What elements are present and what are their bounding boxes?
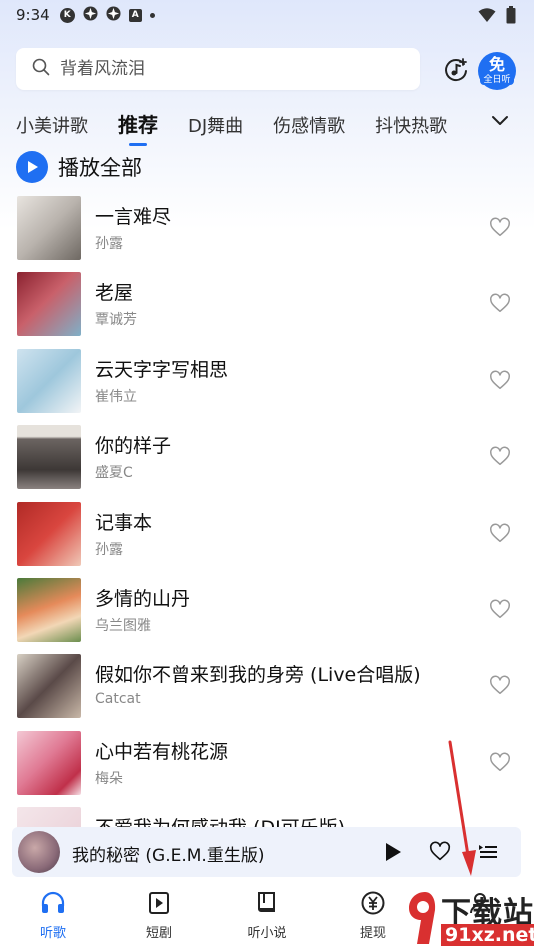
song-title: 多情的山丹 — [95, 587, 191, 610]
site-watermark: 下载站 91xz.net — [405, 884, 534, 950]
a-icon: A — [128, 8, 142, 22]
category-tabs: 小美讲歌 推荐 DJ舞曲 伤感情歌 抖快热歌 — [16, 104, 477, 138]
album-cover — [17, 654, 81, 719]
search-input[interactable] — [60, 59, 380, 79]
list-item[interactable]: 心中若有桃花源 梅朵 — [0, 730, 534, 806]
tab-xiaomei[interactable]: 小美讲歌 — [16, 112, 88, 138]
song-title: 记事本 — [95, 511, 153, 534]
song-artist: 崔伟立 — [95, 388, 137, 405]
album-cover — [17, 196, 81, 260]
chevron-down-icon[interactable] — [488, 108, 512, 132]
notification-dot — [149, 12, 155, 18]
song-title: 心中若有桃花源 — [95, 740, 229, 763]
nav-label: 提现 — [359, 926, 386, 941]
song-artist: 乌兰图雅 — [95, 617, 151, 634]
tab-sad-songs[interactable]: 伤感情歌 — [273, 112, 345, 138]
song-artist: 覃诚芳 — [95, 312, 137, 329]
video-play-icon — [146, 890, 172, 916]
search-box[interactable] — [16, 48, 420, 90]
song-artist: 梅朵 — [95, 770, 123, 787]
album-cover — [17, 348, 81, 413]
song-artist: 盛夏C — [95, 465, 133, 482]
status-time: 9:34 — [16, 6, 50, 24]
mini-player-title: 我的秘密 (G.E.M.重生版) — [72, 846, 265, 866]
nav-withdraw[interactable]: 提现 — [338, 890, 408, 941]
album-cover — [17, 730, 81, 795]
list-item[interactable]: 记事本 孙露 — [0, 501, 534, 577]
search-icon — [32, 58, 50, 80]
tab-recommend[interactable]: 推荐 — [118, 109, 158, 138]
nav-label: 短剧 — [145, 926, 172, 941]
list-item[interactable]: 云天字字写相思 崔伟立 — [0, 348, 534, 424]
playlist-queue-icon[interactable] — [477, 841, 499, 863]
heart-icon[interactable] — [489, 446, 511, 468]
heart-icon[interactable] — [489, 752, 511, 774]
tab-trending[interactable]: 抖快热歌 — [375, 112, 447, 138]
album-cover — [17, 577, 81, 642]
heart-icon[interactable] — [489, 523, 511, 545]
song-title: 一言难尽 — [95, 206, 172, 228]
free-listen-badge[interactable]: 免 全日听 — [478, 52, 516, 90]
song-artist: 孙露 — [95, 236, 123, 252]
list-item[interactable]: 多情的山丹 乌兰图雅 — [0, 577, 534, 653]
mini-player-cover — [18, 831, 60, 873]
search-row: 免 全日听 — [16, 48, 520, 92]
album-cover — [17, 425, 81, 490]
song-artist: Catcat — [95, 691, 141, 708]
heart-icon[interactable] — [489, 675, 511, 697]
list-item[interactable]: 假如你不曾来到我的身旁 (Live合唱版) Catcat — [0, 653, 534, 729]
list-item[interactable]: 老屋 覃诚芳 — [0, 271, 534, 347]
free-badge-sub: 全日听 — [480, 75, 514, 85]
play-all-label: 播放全部 — [58, 156, 142, 180]
wifi-icon — [478, 7, 496, 27]
album-cover — [17, 272, 81, 337]
heart-icon[interactable] — [489, 293, 511, 315]
song-title: 你的样子 — [95, 435, 172, 458]
yuan-coin-icon — [360, 890, 386, 916]
play-all-button[interactable]: 播放全部 — [16, 151, 142, 183]
book-icon — [254, 890, 280, 916]
list-item[interactable]: 一言难尽 孙露 — [0, 195, 534, 271]
heart-icon[interactable] — [489, 217, 511, 239]
nav-label: 听小说 — [247, 926, 287, 941]
tab-dj[interactable]: DJ舞曲 — [188, 112, 243, 138]
watermark-logo-icon — [409, 892, 436, 944]
battery-icon — [506, 6, 516, 28]
music-recognize-icon[interactable] — [442, 56, 470, 84]
nav-novel[interactable]: 听小说 — [232, 890, 302, 941]
status-bar: 9:34 K A — [0, 0, 534, 30]
watermark-url: 91xz.net — [441, 924, 534, 946]
play-all-icon — [16, 151, 48, 183]
song-list: 一言难尽 孙露 老屋 覃诚芳 云天字字写相思 崔伟立 你的样子 盛夏C 记事本 … — [0, 195, 534, 883]
nav-short-drama[interactable]: 短剧 — [124, 890, 194, 941]
play-icon[interactable] — [382, 841, 404, 863]
song-title: 老屋 — [95, 282, 134, 305]
song-title: 假如你不曾来到我的身旁 (Live合唱版) — [95, 664, 421, 687]
pinwheel-icon — [106, 5, 121, 25]
nav-listen[interactable]: 听歌 — [18, 890, 88, 941]
list-item[interactable]: 你的样子 盛夏C — [0, 424, 534, 500]
headphones-icon — [40, 890, 66, 916]
heart-icon[interactable] — [429, 841, 451, 863]
pinwheel-icon — [83, 5, 98, 25]
free-badge-main: 免 — [488, 55, 505, 74]
heart-icon[interactable] — [489, 370, 511, 392]
nav-label: 听歌 — [39, 926, 66, 941]
song-title: 云天字字写相思 — [95, 358, 229, 381]
mini-player[interactable]: 我的秘密 (G.E.M.重生版) — [12, 827, 521, 877]
heart-icon[interactable] — [489, 599, 511, 621]
song-artist: 孙露 — [95, 541, 123, 558]
k-icon: K — [59, 7, 75, 23]
album-cover — [17, 501, 81, 566]
